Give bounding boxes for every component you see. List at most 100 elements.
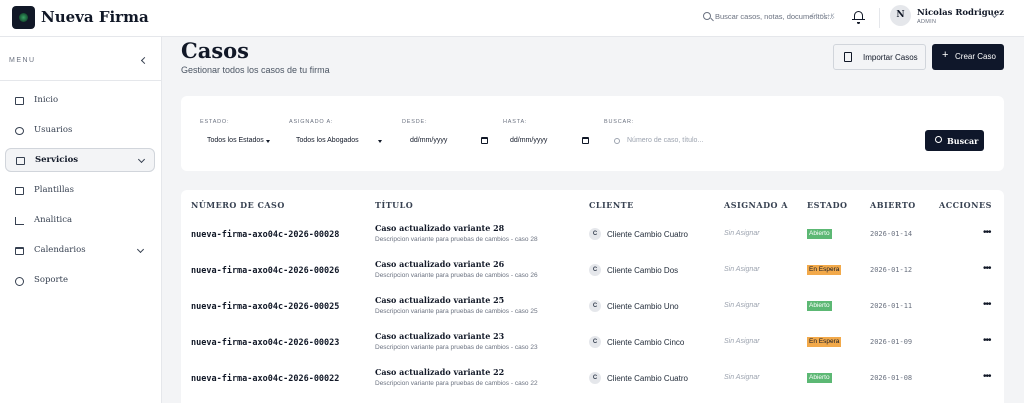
case-description: Descripcion variante para pruebas de cam…	[375, 272, 538, 279]
create-case-label: Crear Caso	[955, 52, 996, 61]
hasta-date-input[interactable]: dd/mm/yyyy	[510, 137, 547, 144]
status-badge: En Espera	[807, 337, 842, 347]
case-description: Descripcion variante para pruebas de cam…	[375, 236, 538, 243]
client-name: Cliente Cambio Dos	[607, 266, 679, 275]
client-avatar: C	[589, 228, 601, 240]
caret-down-icon[interactable]	[378, 140, 382, 143]
avatar[interactable]: N	[890, 5, 911, 26]
case-number[interactable]: nueva-firma-axo04c-2026-00023	[191, 338, 339, 348]
table-row[interactable]: nueva-firma-axo04c-2026-00025 Caso actua…	[181, 289, 1004, 325]
assigned-to: Sin Asignar	[724, 266, 760, 273]
caret-down-icon[interactable]	[266, 140, 270, 143]
document-icon	[15, 187, 24, 195]
status-badge: Abierto	[807, 373, 832, 383]
more-actions-icon[interactable]: •••	[983, 263, 991, 274]
brand-name[interactable]: Nueva Firma	[41, 8, 149, 26]
desde-date-input[interactable]: dd/mm/yyyy	[410, 137, 447, 144]
sidebar-item-plantillas[interactable]: Plantillas	[5, 179, 155, 203]
plus-icon: +	[942, 49, 949, 61]
opened-date: 2026-01-12	[870, 266, 913, 274]
column-header-actions: ACCIONES	[939, 200, 992, 210]
sidebar-item-calendarios[interactable]: Calendarios	[5, 239, 155, 263]
opened-date: 2026-01-14	[870, 230, 913, 238]
search-icon	[935, 136, 942, 143]
import-icon	[844, 52, 852, 62]
opened-date: 2026-01-11	[870, 302, 913, 310]
sidebar-item-servicios[interactable]: Servicios	[5, 148, 155, 172]
bell-icon[interactable]	[852, 11, 865, 24]
import-cases-button[interactable]: Importar Casos	[833, 44, 926, 70]
case-search-input[interactable]: Número de caso, título...	[627, 137, 703, 144]
asignado-select[interactable]: Todos los Abogados	[296, 137, 359, 144]
case-description: Descripcion variante para pruebas de cam…	[375, 380, 538, 387]
case-number[interactable]: nueva-firma-axo04c-2026-00025	[191, 302, 339, 312]
user-role: ADMIN	[917, 19, 937, 25]
more-actions-icon[interactable]: •••	[983, 335, 991, 346]
global-search[interactable]: Buscar casos, notas, documentos... Ctrl+…	[700, 10, 840, 26]
page-subtitle: Gestionar todos los casos de tu firma	[181, 65, 330, 75]
sidebar-item-label: Usuarios	[34, 125, 73, 135]
chart-icon	[15, 217, 24, 225]
search-shortcut: Ctrl+K	[811, 12, 835, 20]
assigned-to: Sin Asignar	[724, 338, 760, 345]
sidebar-item-analitica[interactable]: Analitica	[5, 209, 155, 233]
table-row[interactable]: nueva-firma-axo04c-2026-00026 Caso actua…	[181, 253, 1004, 289]
case-number[interactable]: nueva-firma-axo04c-2026-00026	[191, 266, 339, 276]
sidebar: MENU Inicio Usuarios Servicios Plantilla…	[0, 37, 162, 403]
column-header-title[interactable]: TÍTULO	[375, 200, 413, 210]
column-header-assigned[interactable]: ASIGNADO A	[724, 200, 788, 210]
estado-select[interactable]: Todos los Estados	[207, 137, 264, 144]
sidebar-item-label: Plantillas	[34, 185, 74, 195]
calendar-icon	[15, 247, 24, 255]
calendar-icon[interactable]	[582, 137, 589, 144]
case-title[interactable]: Caso actualizado variante 26	[375, 259, 504, 269]
search-icon	[703, 12, 711, 20]
case-title[interactable]: Caso actualizado variante 28	[375, 223, 504, 233]
client-name: Cliente Cambio Cuatro	[607, 374, 688, 383]
case-number[interactable]: nueva-firma-axo04c-2026-00022	[191, 374, 339, 384]
assigned-to: Sin Asignar	[724, 302, 760, 309]
table-row[interactable]: nueva-firma-axo04c-2026-00028 Caso actua…	[181, 217, 1004, 253]
calendar-icon[interactable]	[481, 137, 488, 144]
chevron-down-icon[interactable]	[137, 155, 146, 164]
more-actions-icon[interactable]: •••	[983, 371, 991, 382]
desde-filter-label: DESDE:	[402, 119, 428, 125]
client-name: Cliente Cambio Cuatro	[607, 230, 688, 239]
case-title[interactable]: Caso actualizado variante 25	[375, 295, 504, 305]
import-cases-label: Importar Casos	[863, 53, 918, 62]
opened-date: 2026-01-09	[870, 338, 913, 346]
more-actions-icon[interactable]: •••	[983, 227, 991, 238]
client-avatar: C	[589, 336, 601, 348]
sidebar-item-label: Analitica	[34, 215, 73, 225]
sidebar-item-usuarios[interactable]: Usuarios	[5, 119, 155, 143]
search-button[interactable]: Buscar	[925, 130, 984, 151]
cases-table: NÚMERO DE CASO TÍTULO CLIENTE ASIGNADO A…	[181, 190, 1004, 403]
divider	[879, 8, 880, 28]
column-header-number[interactable]: NÚMERO DE CASO	[191, 200, 285, 210]
brand-logo[interactable]	[12, 6, 35, 29]
search-button-label: Buscar	[947, 136, 979, 146]
client-avatar: C	[589, 300, 601, 312]
chevron-down-icon[interactable]	[136, 245, 145, 254]
case-description: Descripcion variante para pruebas de cam…	[375, 308, 538, 315]
case-title[interactable]: Caso actualizado variante 22	[375, 367, 504, 377]
status-badge: Abierto	[807, 301, 832, 311]
page-title: Casos	[181, 38, 249, 63]
column-header-status[interactable]: ESTADO	[807, 200, 848, 210]
collapse-sidebar-icon[interactable]	[140, 56, 149, 65]
table-row[interactable]: nueva-firma-axo04c-2026-00022 Caso actua…	[181, 361, 1004, 397]
column-header-opened[interactable]: ABIERTO	[870, 200, 916, 210]
case-number[interactable]: nueva-firma-axo04c-2026-00028	[191, 230, 339, 240]
client-avatar: C	[589, 372, 601, 384]
client-avatar: C	[589, 264, 601, 276]
sidebar-item-soporte[interactable]: Soporte	[5, 269, 155, 293]
filters-panel: ESTADO: Todos los Estados ASIGNADO A: To…	[181, 96, 1004, 171]
create-case-button[interactable]: + Crear Caso	[932, 44, 1004, 70]
sidebar-item-inicio[interactable]: Inicio	[5, 89, 155, 113]
more-actions-icon[interactable]: •••	[983, 299, 991, 310]
column-header-client[interactable]: CLIENTE	[589, 200, 634, 210]
table-row[interactable]: nueva-firma-axo04c-2026-00023 Caso actua…	[181, 325, 1004, 361]
assigned-to: Sin Asignar	[724, 230, 760, 237]
status-badge: Abierto	[807, 229, 832, 239]
case-title[interactable]: Caso actualizado variante 23	[375, 331, 504, 341]
